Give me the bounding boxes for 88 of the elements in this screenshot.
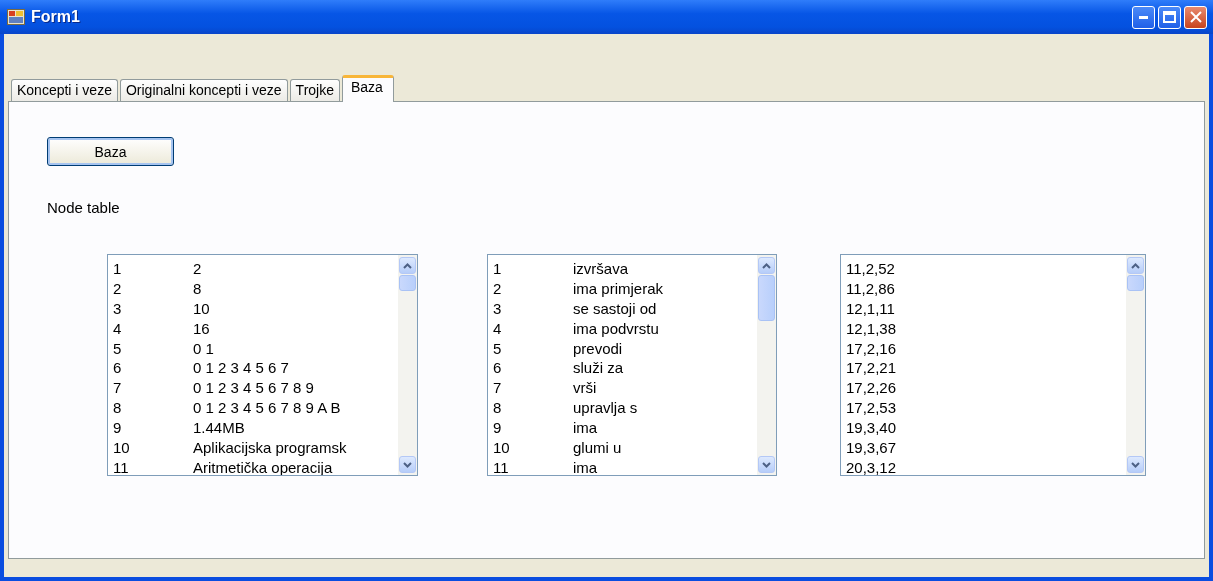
row-number: 2 — [493, 278, 503, 299]
node-table-label: Node table — [47, 199, 121, 216]
list-item-text: 17,2,53 — [846, 398, 897, 419]
row-number: 5 — [113, 338, 123, 359]
list-box[interactable]: 11,2,52 11,2,86 12,1,11 12,1,38 17,2,16 17,2,21 17,2,26 17,2,53 19,3,40 19,3,67 20,3,12 — [840, 254, 1146, 476]
row-number: 9 — [493, 418, 503, 438]
list-item-text: 17,2,26 — [846, 378, 897, 399]
scroll-down-button[interactable] — [758, 456, 775, 473]
list-item-text: 0 1 2 3 4 5 6 7 8 9 A B — [193, 398, 341, 419]
list-item-text: Aplikacijska programsk — [193, 438, 347, 458]
chevron-up-icon — [762, 262, 771, 269]
row-number: 4 — [493, 318, 503, 339]
list-item-text: ima — [573, 457, 598, 475]
list-item-text: prevodi — [573, 338, 623, 359]
app-icon — [7, 9, 25, 25]
list-item-text: 16 — [193, 318, 210, 339]
list-item-text: se sastoji od — [573, 298, 657, 319]
row-number: 3 — [113, 298, 123, 319]
list-item-text: 0 1 2 3 4 5 6 7 — [193, 358, 289, 379]
row-number: 5 — [493, 338, 503, 359]
close-button[interactable] — [1184, 5, 1207, 29]
row-number: 4 — [113, 318, 123, 339]
list-item-text: 17,2,21 — [846, 358, 897, 379]
chevron-up-icon — [403, 262, 412, 269]
row-number: 2 — [113, 278, 123, 299]
list-item-text: 0 1 2 3 4 5 6 7 8 9 — [193, 378, 314, 399]
list-item-text: 17,2,16 — [846, 338, 897, 359]
row-number: 11 — [113, 457, 130, 475]
scrollbar[interactable] — [1126, 255, 1145, 475]
scroll-up-button[interactable] — [399, 257, 416, 274]
list-item-text: 1.44MB — [193, 418, 245, 438]
row-number: 11 — [493, 457, 510, 475]
list-box[interactable]: 1 izvršava 2 ima primjerak 3 se sastoji od 4 ima podvrstu 5 prevodi 6 služi za 7 vrši 8 upravlja s 9 ima 10 glumi u 11 ima — [487, 254, 777, 476]
chevron-down-icon — [1131, 461, 1140, 468]
scroll-down-button[interactable] — [1127, 456, 1144, 473]
row-number: 8 — [493, 398, 503, 419]
list-item-text: 11,2,86 — [846, 278, 895, 299]
list-item-text: 20,3,12 — [846, 457, 897, 475]
list-item-text: 0 1 — [193, 338, 214, 359]
list-item-text: 10 — [193, 298, 210, 319]
tab[interactable]: Koncepti i veze — [11, 79, 118, 101]
scroll-thumb[interactable] — [399, 275, 416, 291]
list-item-text: 2 — [193, 259, 202, 279]
list-item-text: 8 — [193, 278, 202, 299]
row-number: 1 — [113, 259, 123, 279]
row-number: 3 — [493, 298, 503, 319]
maximize-button[interactable] — [1158, 5, 1181, 29]
minimize-button[interactable] — [1132, 5, 1155, 29]
row-number: 9 — [113, 418, 123, 438]
list-item-text: izvršava — [573, 259, 628, 279]
row-number: 6 — [493, 358, 503, 379]
scrollbar[interactable] — [757, 255, 776, 475]
scroll-down-button[interactable] — [399, 456, 416, 473]
maximize-icon — [1163, 11, 1176, 23]
list-item-text: 19,3,67 — [846, 438, 897, 458]
row-number: 6 — [113, 358, 123, 379]
list-item-text: služi za — [573, 358, 624, 379]
row-number: 1 — [493, 259, 503, 279]
list-item-text: ima primjerak — [573, 278, 663, 299]
row-number: 10 — [493, 438, 511, 458]
list-item-text: 11,2,52 — [846, 259, 895, 279]
chevron-down-icon — [403, 461, 412, 468]
close-icon — [1189, 11, 1202, 23]
list-item-text: 19,3,40 — [846, 418, 897, 438]
list-item-text: vrši — [573, 378, 597, 399]
row-number: 10 — [113, 438, 131, 458]
tab[interactable]: Originalni koncepti i veze — [119, 79, 288, 101]
tab[interactable]: Trojke — [289, 79, 340, 101]
row-number: 7 — [113, 378, 123, 399]
row-number: 7 — [493, 378, 503, 399]
scroll-thumb[interactable] — [758, 275, 775, 321]
row-number: 8 — [113, 398, 123, 419]
list-item-text: 12,1,11 — [846, 298, 895, 319]
minimize-icon — [1139, 15, 1148, 19]
list-item-text: ima — [573, 418, 598, 438]
list-item-text: glumi u — [573, 438, 622, 458]
baza-button[interactable]: Baza — [47, 137, 174, 166]
list-item-text: upravlja s — [573, 398, 638, 419]
window-title: Form1 — [31, 8, 81, 26]
scrollbar[interactable] — [398, 255, 417, 475]
chevron-up-icon — [1131, 262, 1140, 269]
scroll-up-button[interactable] — [1127, 257, 1144, 274]
scroll-thumb[interactable] — [1127, 275, 1144, 291]
list-item-text: 12,1,38 — [846, 318, 897, 339]
scroll-up-button[interactable] — [758, 257, 775, 274]
tab[interactable]: Baza — [342, 75, 394, 102]
list-item-text: ima podvrstu — [573, 318, 659, 339]
chevron-down-icon — [762, 461, 771, 468]
